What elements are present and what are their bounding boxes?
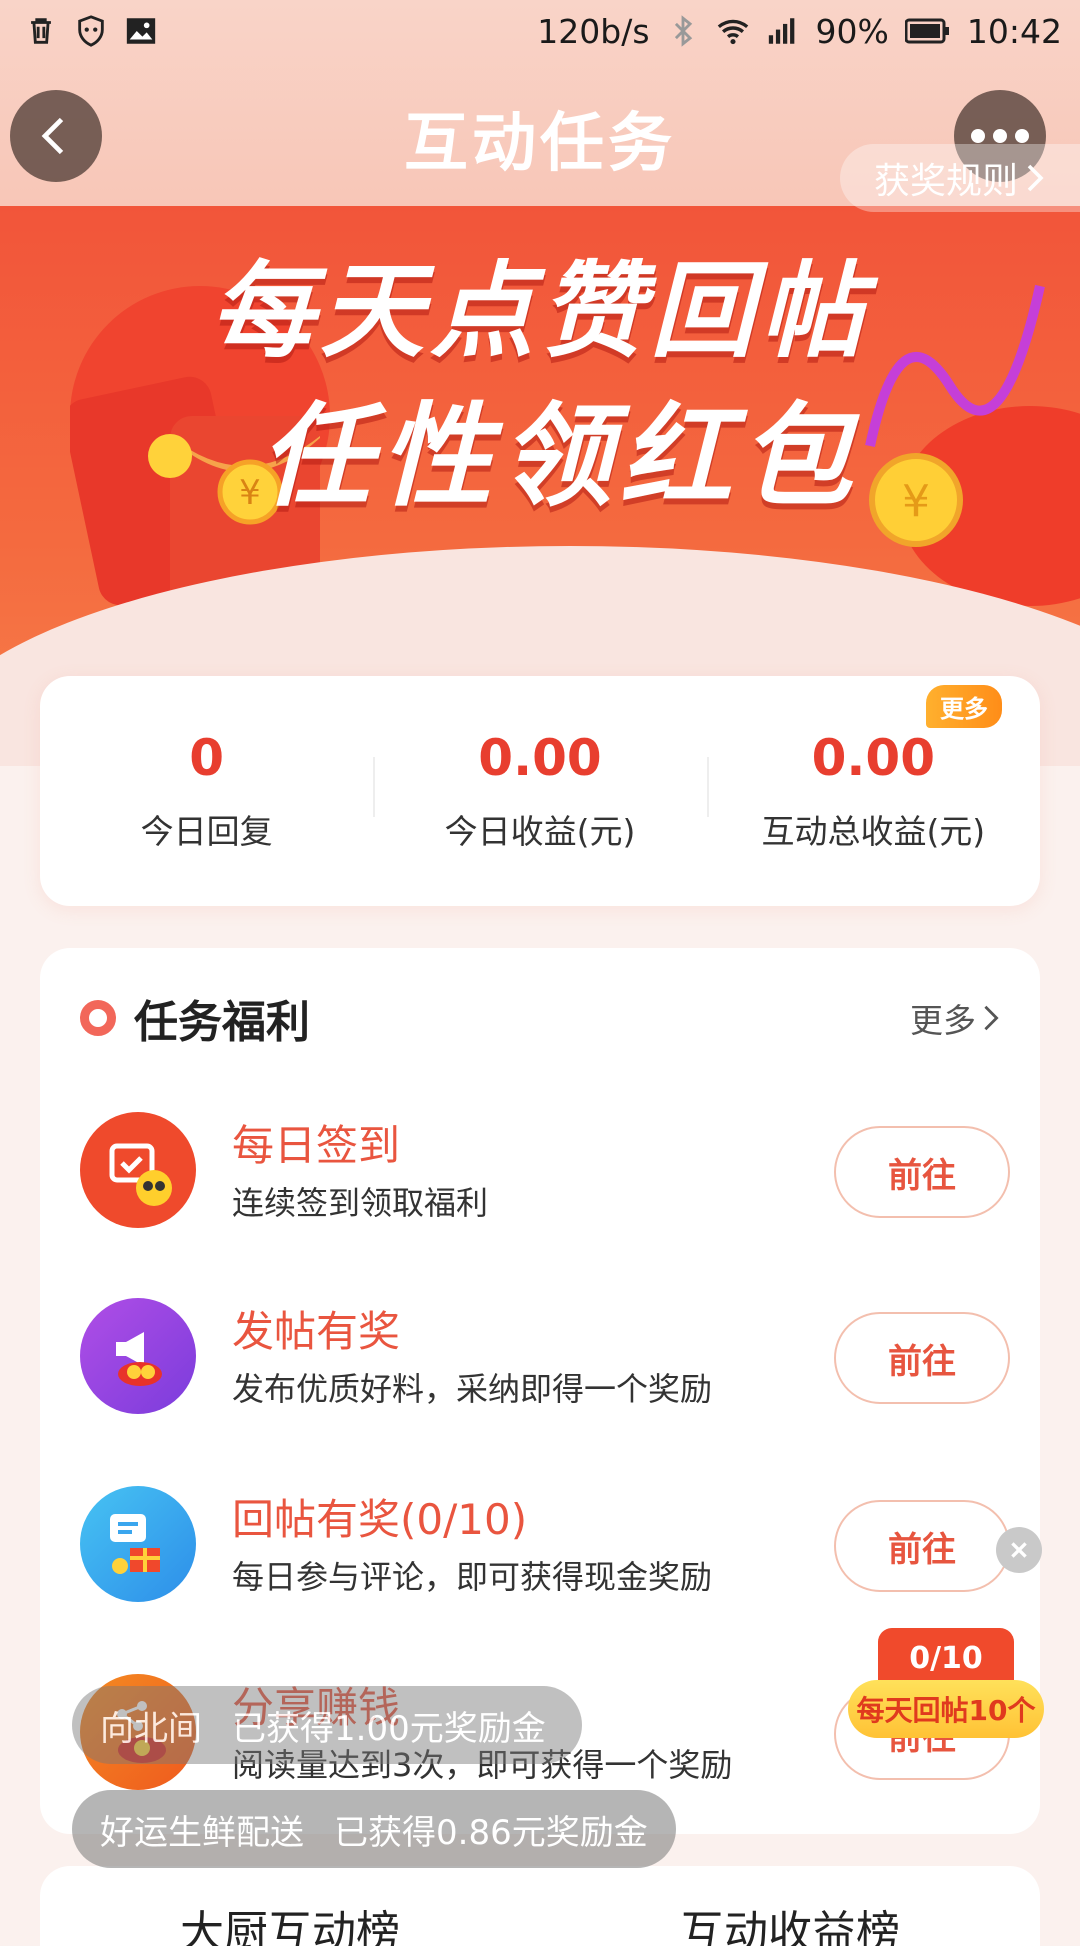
reply-goal-label: 每天回帖10个 (848, 1680, 1044, 1738)
signal-icon (768, 18, 794, 44)
stat-label: 今日回复 (140, 812, 273, 851)
stat-value: 0.00 (478, 729, 602, 787)
task-title: 回帖有奖(0/10) (232, 1495, 528, 1544)
task-item-reply-reward: 回帖有奖(0/10) 每日参与评论，即可获得现金奖励 前往 (80, 1486, 1010, 1606)
rules-link[interactable]: 获奖规则 (840, 144, 1080, 212)
status-bar: 120b/s 90% 10:42 (0, 0, 1080, 62)
stat-today-replies: 0 今日回复 (40, 729, 373, 853)
network-speed: 120b/s (537, 11, 650, 51)
close-icon (1011, 1542, 1027, 1558)
dot-icon (1015, 129, 1029, 143)
reward-toast: 向北间 已获得1.00元奖励金 (72, 1686, 582, 1764)
task-title: 发帖有奖 (232, 1307, 401, 1356)
task-item-daily-checkin: 每日签到 连续签到领取福利 前往 (80, 1112, 1010, 1232)
chevron-right-icon (1027, 164, 1044, 192)
dot-icon (993, 129, 1007, 143)
tab-chef-interaction[interactable]: 大厨互动榜 (180, 1896, 400, 1946)
more-badge[interactable]: 更多 (925, 685, 1002, 728)
stat-today-earnings: 0.00 今日收益(元) (373, 729, 706, 853)
go-button[interactable]: 前往 (834, 1500, 1010, 1592)
reward-toast: 好运生鲜配送 已获得0.86元奖励金 (72, 1790, 676, 1868)
reply-progress: 0/10 (878, 1628, 1014, 1688)
battery-percent: 90% (815, 11, 889, 51)
section-title: 任务福利 (134, 997, 310, 1048)
nav-bar: 互动任务 获奖规则 (0, 62, 1080, 212)
close-float-button[interactable] (996, 1527, 1042, 1573)
calendar-checkin-icon (80, 1112, 196, 1228)
toast-user: 好运生鲜配送 (100, 1812, 304, 1853)
toast-user: 向北间 (100, 1708, 202, 1749)
image-icon (126, 18, 156, 44)
task-title: 每日签到 (232, 1121, 401, 1170)
dot-icon (971, 129, 985, 143)
chat-gift-icon (80, 1486, 196, 1602)
task-description: 发布优质好料，采纳即得一个奖励 (232, 1370, 713, 1408)
wifi-icon (717, 19, 748, 45)
section-dot-icon (80, 1000, 116, 1036)
leaderboard-card: 大厨互动榜 互动收益榜 (40, 1866, 1040, 1946)
clock: 10:42 (966, 11, 1062, 51)
more-tasks-link[interactable]: 更多 (910, 994, 1000, 1042)
task-description: 连续签到领取福利 (232, 1184, 489, 1222)
tab-interaction-earnings[interactable]: 互动收益榜 (680, 1896, 900, 1946)
go-button[interactable]: 前往 (834, 1312, 1010, 1404)
battery-icon (904, 18, 949, 44)
stat-value: 0 (189, 729, 225, 787)
task-item-post-reward: 发帖有奖 发布优质好料，采纳即得一个奖励 前往 (80, 1298, 1010, 1418)
toast-message: 已获得0.86元奖励金 (334, 1812, 648, 1853)
toast-message: 已获得1.00元奖励金 (232, 1708, 546, 1749)
section-header: 任务福利 更多 (80, 988, 1000, 1048)
stat-label: 今日收益(元) (444, 812, 636, 851)
stat-label: 互动总收益(元) (761, 812, 986, 851)
megaphone-icon (80, 1298, 196, 1414)
task-description: 每日参与评论，即可获得现金奖励 (232, 1558, 713, 1596)
rules-label: 获奖规则 (873, 161, 1018, 202)
bluetooth-icon (674, 15, 692, 47)
banner-subheadline: 任性领红包 (260, 392, 860, 522)
stat-value: 0.00 (811, 729, 935, 787)
shield-icon (78, 15, 104, 47)
stat-total-earnings[interactable]: 更多 0.00 互动总收益(元) (706, 685, 1040, 853)
banner-headline: 每天点赞回帖 (209, 250, 870, 372)
more-label: 更多 (910, 1001, 976, 1040)
trash-icon (31, 18, 51, 44)
earnings-summary-card: 0 今日回复 0.00 今日收益(元) 更多 0.00 互动总收益(元) (40, 676, 1040, 906)
daily-reply-widget[interactable]: 0/10 每天回帖10个 (848, 1628, 1044, 1738)
chevron-right-icon (984, 1005, 999, 1031)
go-button[interactable]: 前往 (834, 1126, 1010, 1218)
